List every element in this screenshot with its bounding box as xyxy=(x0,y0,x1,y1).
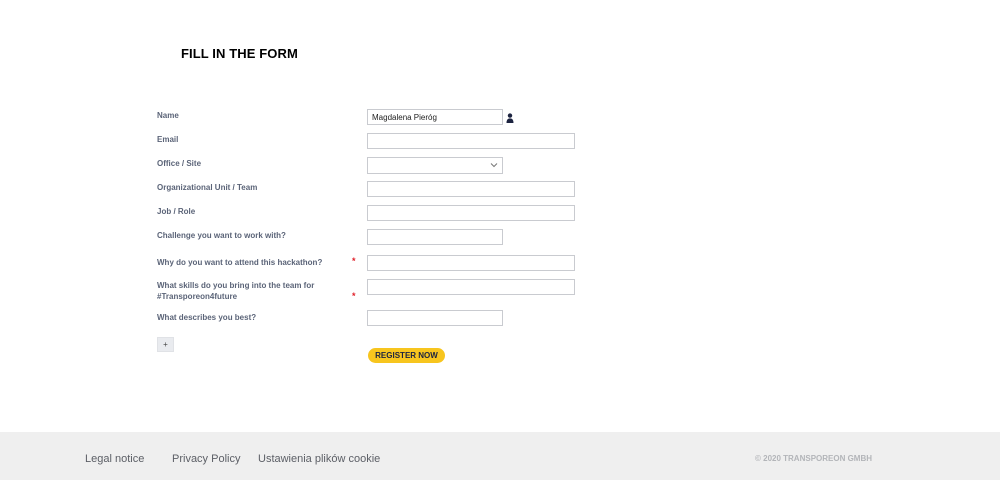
register-now-button[interactable]: REGISTER NOW xyxy=(368,348,445,363)
footer: Legal notice Privacy Policy Ustawienia p… xyxy=(0,432,1000,480)
challenge-field[interactable] xyxy=(367,229,503,245)
required-marker: * xyxy=(352,256,356,266)
challenge-label: Challenge you want to work with? xyxy=(157,231,286,240)
org-unit-field[interactable] xyxy=(367,181,575,197)
user-icon xyxy=(506,113,514,123)
job-role-label: Job / Role xyxy=(157,207,196,216)
email-label: Email xyxy=(157,135,179,144)
legal-notice-link[interactable]: Legal notice xyxy=(85,453,144,465)
why-attend-label: Why do you want to attend this hackathon… xyxy=(157,258,323,267)
skills-label-line1: What skills do you bring into the team f… xyxy=(157,281,315,290)
office-site-label: Office / Site xyxy=(157,159,202,168)
why-attend-field[interactable] xyxy=(367,255,575,271)
privacy-policy-link[interactable]: Privacy Policy xyxy=(172,453,240,465)
copyright: © 2020 TRANSPOREON GMBH xyxy=(755,454,873,463)
add-button[interactable]: + xyxy=(157,337,174,352)
describes-best-field[interactable] xyxy=(367,310,503,326)
email-field[interactable] xyxy=(367,133,575,149)
office-site-select[interactable] xyxy=(367,157,503,174)
name-label: Name xyxy=(157,111,179,120)
job-role-field[interactable] xyxy=(367,205,575,221)
page-title: FILL IN THE FORM xyxy=(181,46,298,61)
required-marker: * xyxy=(352,291,356,301)
cookie-settings-link[interactable]: Ustawienia plików cookie xyxy=(258,453,380,465)
skills-label-line2: #Transporeon4future xyxy=(157,292,238,301)
describes-best-label: What describes you best? xyxy=(157,313,257,322)
skills-label: What skills do you bring into the team f… xyxy=(157,280,314,302)
org-unit-label: Organizational Unit / Team xyxy=(157,183,258,192)
chevron-down-icon xyxy=(490,163,498,168)
skills-field[interactable] xyxy=(367,279,575,295)
name-field[interactable] xyxy=(367,109,503,125)
